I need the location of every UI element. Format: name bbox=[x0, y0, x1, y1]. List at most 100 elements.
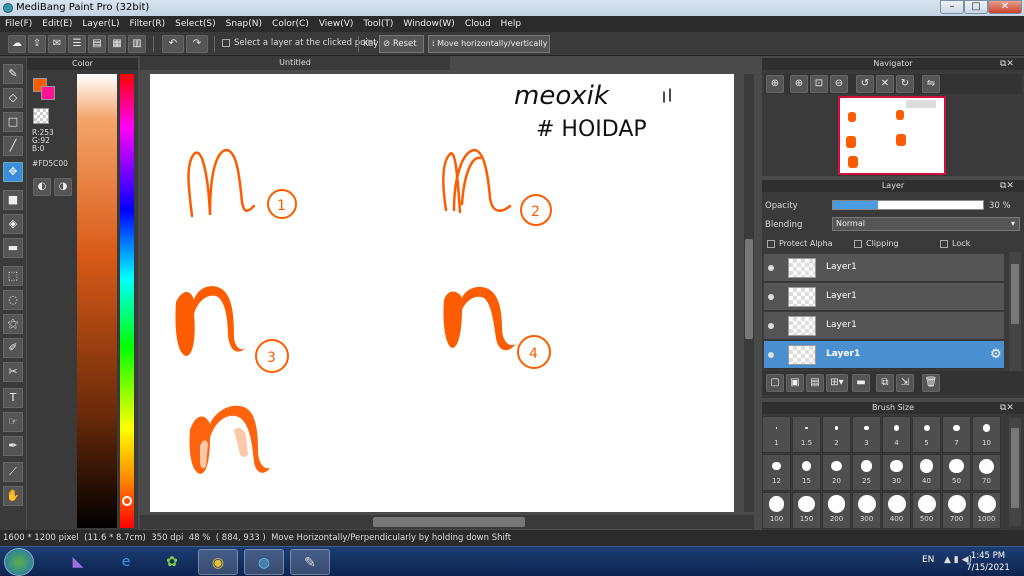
layer-row[interactable]: Layer1 bbox=[764, 254, 1004, 282]
new-layer-8bit-icon[interactable]: ▣ bbox=[786, 374, 804, 392]
move-tool-icon[interactable]: ✥ bbox=[3, 162, 23, 182]
layer-row-selected[interactable]: Layer1 ⚙ bbox=[764, 341, 1004, 369]
brush-panel-undock-icon[interactable]: ⧉✕ bbox=[1000, 403, 1014, 413]
tile-icon[interactable]: ▥ bbox=[128, 35, 146, 53]
brush-size-cell[interactable]: 700 bbox=[942, 492, 971, 529]
medibang-taskbar-icon[interactable]: ◍ bbox=[244, 549, 284, 575]
lasso-icon[interactable]: ◌ bbox=[3, 290, 23, 310]
dot-tool-icon[interactable]: □ bbox=[3, 112, 23, 132]
brush-size-cell[interactable]: 400 bbox=[882, 492, 911, 529]
brush-size-cell[interactable]: 200 bbox=[822, 492, 851, 529]
cloud-icon[interactable]: ☁ bbox=[8, 35, 26, 53]
reset-button[interactable]: ⊘ Reset bbox=[379, 35, 424, 53]
sb-picker-handle[interactable] bbox=[111, 74, 117, 80]
saturation-brightness-picker[interactable] bbox=[77, 74, 117, 528]
chrome-icon[interactable]: ◉ bbox=[198, 549, 238, 575]
background-color-swatch[interactable] bbox=[41, 86, 55, 100]
select-layer-checkbox[interactable]: Select a layer at the clicked point bbox=[222, 38, 376, 48]
new-layer-icon[interactable]: ▢ bbox=[766, 374, 784, 392]
duplicate-layer-icon[interactable]: ⧉ bbox=[876, 374, 894, 392]
rotate-right-icon[interactable]: ↻ bbox=[896, 75, 914, 93]
reset-rotation-icon[interactable]: ✕ bbox=[876, 75, 894, 93]
menu-snap[interactable]: Snap(N) bbox=[221, 19, 267, 29]
hue-slider-handle[interactable] bbox=[122, 496, 132, 506]
eyedropper-icon[interactable]: ⟋ bbox=[3, 462, 23, 482]
brush-size-cell[interactable]: 15 bbox=[792, 454, 821, 491]
select-pen-icon[interactable]: ✐ bbox=[3, 338, 23, 358]
eraser-tool-icon[interactable]: ◇ bbox=[3, 88, 23, 108]
brush-size-cell[interactable]: 20 bbox=[822, 454, 851, 491]
menu-color[interactable]: Color(C) bbox=[267, 19, 314, 29]
new-layer-1bit-icon[interactable]: ▤ bbox=[806, 374, 824, 392]
protect-alpha-checkbox[interactable]: Protect Alpha bbox=[767, 239, 833, 248]
divide-tool-icon[interactable]: ✒ bbox=[3, 436, 23, 456]
rotate-left-icon[interactable]: ↺ bbox=[856, 75, 874, 93]
menu-layer[interactable]: Layer(L) bbox=[77, 19, 124, 29]
brush-size-cell[interactable]: 50 bbox=[942, 454, 971, 491]
delete-layer-icon[interactable]: 🗑 bbox=[922, 374, 940, 392]
layer-row[interactable]: Layer1 bbox=[764, 312, 1004, 340]
opacity-slider[interactable] bbox=[832, 200, 984, 210]
brush-size-scrollbar[interactable] bbox=[1009, 418, 1021, 526]
brush-size-cell[interactable]: 3 bbox=[852, 416, 881, 453]
zoom-in-icon[interactable]: ⊕ bbox=[766, 75, 784, 93]
palette-icon[interactable]: ◐ bbox=[33, 178, 51, 196]
brush-size-cell[interactable]: 1000 bbox=[972, 492, 1001, 529]
menu-edit[interactable]: Edit(E) bbox=[37, 19, 77, 29]
gradient-tool-icon[interactable]: ▬ bbox=[3, 238, 23, 258]
menu-select[interactable]: Select(S) bbox=[170, 19, 221, 29]
layer-list-scrollbar[interactable] bbox=[1009, 252, 1021, 372]
visibility-icon[interactable] bbox=[768, 352, 774, 358]
layer-settings-gear-icon[interactable]: ⚙ bbox=[990, 347, 1002, 362]
brush-size-cell[interactable]: 300 bbox=[852, 492, 881, 529]
layer-list-scroll-thumb[interactable] bbox=[1011, 264, 1019, 324]
lock-checkbox[interactable]: Lock bbox=[940, 239, 970, 248]
folder-icon[interactable]: ▬ bbox=[852, 374, 870, 392]
brush-size-cell[interactable]: 100 bbox=[762, 492, 791, 529]
navigator-preview[interactable] bbox=[838, 96, 946, 175]
grid-icon[interactable]: ▦ bbox=[108, 35, 126, 53]
brush-size-cell[interactable]: 30 bbox=[882, 454, 911, 491]
vertical-scroll-thumb[interactable] bbox=[745, 239, 753, 339]
flip-icon[interactable]: ⇋ bbox=[922, 75, 940, 93]
layer-row[interactable]: Layer1 bbox=[764, 283, 1004, 311]
menu-filter[interactable]: Filter(R) bbox=[125, 19, 171, 29]
pen-tool-icon[interactable]: ╱ bbox=[3, 136, 23, 156]
share-icon[interactable]: ⇪ bbox=[28, 35, 46, 53]
menu-cloud[interactable]: Cloud bbox=[460, 19, 496, 29]
visual-studio-icon[interactable]: ◣ bbox=[58, 549, 98, 575]
zoom-out-icon[interactable]: ⊖ bbox=[830, 75, 848, 93]
brush-size-cell[interactable]: 40 bbox=[912, 454, 941, 491]
drawing-canvas[interactable]: meoxik # HOIDAP 1 2 3 4 bbox=[150, 74, 734, 512]
coccoc-browser-icon[interactable]: ✿ bbox=[152, 549, 192, 575]
zoom-in-2-icon[interactable]: ⊕ bbox=[790, 75, 808, 93]
brush-size-cell[interactable]: 7 bbox=[942, 416, 971, 453]
clock[interactable]: 1:45 PM 7/15/2021 bbox=[958, 550, 1018, 574]
menu-view[interactable]: View(V) bbox=[314, 19, 359, 29]
horizontal-scrollbar[interactable] bbox=[140, 515, 754, 529]
maximize-button[interactable]: □ bbox=[964, 0, 988, 14]
transparent-color-swatch[interactable] bbox=[33, 108, 49, 124]
paint-taskbar-icon[interactable]: ✎ bbox=[290, 549, 330, 575]
brush-tool-icon[interactable]: ✎ bbox=[3, 64, 23, 84]
blending-select[interactable]: Normal ▾ bbox=[832, 217, 1020, 231]
menu-file[interactable]: File(F) bbox=[0, 19, 37, 29]
magic-wand-icon[interactable]: ⚝ bbox=[3, 314, 23, 334]
text-tool-icon[interactable]: T bbox=[3, 388, 23, 408]
brush-size-cell[interactable]: 12 bbox=[762, 454, 791, 491]
fit-icon[interactable]: ⊡ bbox=[810, 75, 828, 93]
clipping-checkbox[interactable]: Clipping bbox=[854, 239, 899, 248]
internet-explorer-icon[interactable]: e bbox=[106, 549, 146, 575]
bucket-tool-icon[interactable]: ◈ bbox=[3, 214, 23, 234]
brush-size-cell[interactable]: 2 bbox=[822, 416, 851, 453]
brush-size-scroll-thumb[interactable] bbox=[1011, 428, 1019, 508]
document-icon[interactable]: ▤ bbox=[88, 35, 106, 53]
undo-icon[interactable]: ↶ bbox=[162, 35, 184, 53]
brush-size-cell[interactable]: 4 bbox=[882, 416, 911, 453]
brush-size-cell[interactable]: 5 bbox=[912, 416, 941, 453]
visibility-icon[interactable] bbox=[768, 323, 774, 329]
visibility-icon[interactable] bbox=[768, 294, 774, 300]
horizontal-scroll-thumb[interactable] bbox=[373, 517, 525, 527]
language-indicator[interactable]: EN bbox=[922, 555, 934, 565]
hue-slider[interactable] bbox=[120, 74, 134, 528]
